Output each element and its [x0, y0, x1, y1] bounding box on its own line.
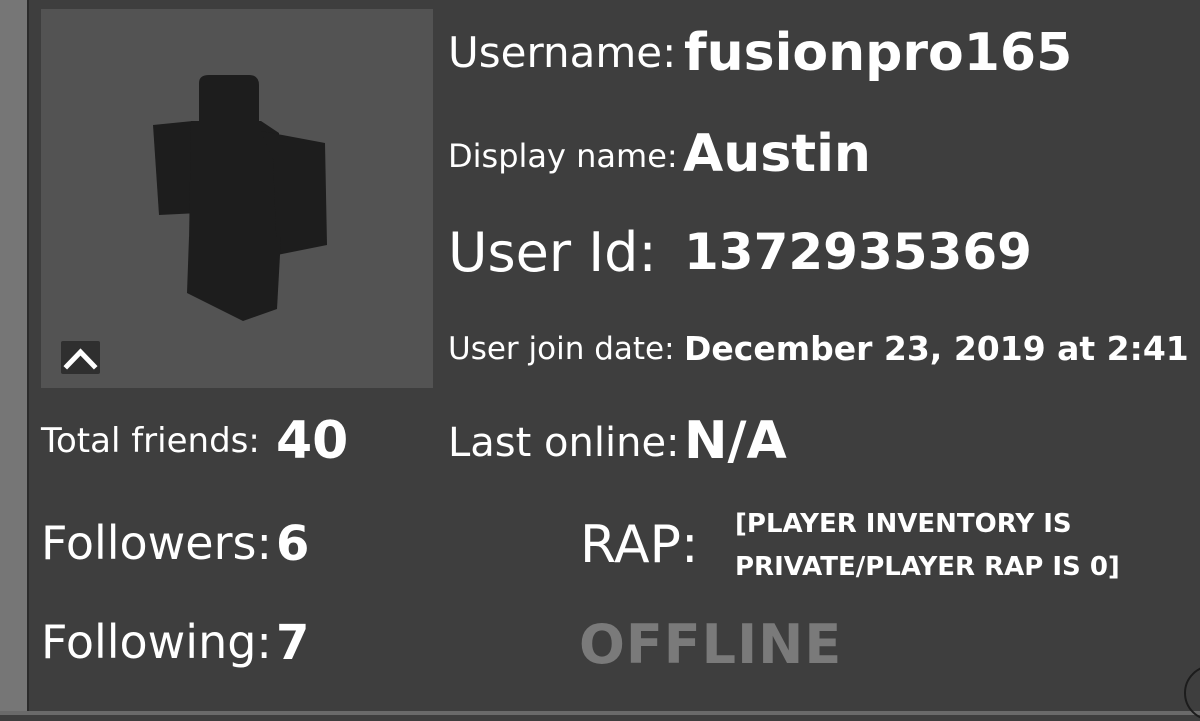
total-friends-value: 40 — [276, 411, 349, 471]
join-date-value: December 23, 2019 at 2:41 am — [684, 329, 1200, 368]
display-name-label: Display name: — [448, 137, 678, 175]
rap-label: RAP: — [580, 515, 699, 575]
avatar-silhouette-icon — [153, 75, 327, 321]
total-friends-label: Total friends: — [41, 421, 260, 461]
rap-value: [PLAYER INVENTORY IS PRIVATE/PLAYER RAP … — [735, 509, 1120, 582]
last-online-value: N/A — [684, 411, 787, 471]
avatar-thumbnail — [41, 9, 433, 388]
username-value: fusionpro165 — [684, 23, 1073, 83]
followers-value: 6 — [276, 516, 310, 572]
username-label: Username: — [448, 28, 677, 77]
online-status-badge: OFFLINE — [579, 613, 843, 676]
bottom-edge — [0, 711, 1200, 715]
user-id-label: User Id: — [448, 221, 657, 284]
display-name-value: Austin — [683, 124, 871, 184]
left-rail — [0, 0, 29, 715]
last-online-label: Last online: — [448, 420, 680, 466]
chevron-up-icon — [63, 348, 98, 370]
join-date-label: User join date: — [448, 331, 675, 367]
collapse-button[interactable] — [61, 341, 100, 374]
following-label: Following: — [41, 615, 272, 669]
following-value: 7 — [276, 615, 310, 671]
user-id-value: 1372935369 — [684, 223, 1032, 281]
followers-label: Followers: — [41, 516, 272, 570]
